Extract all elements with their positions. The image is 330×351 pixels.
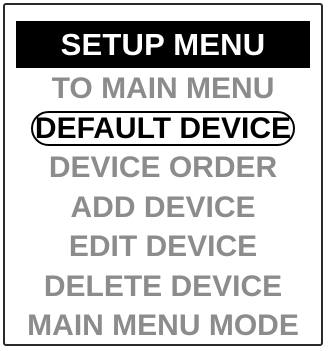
menu-item-label: DEFAULT DEVICE: [34, 111, 292, 145]
setup-menu-screen: SETUP MENU TO MAIN MENU DEFAULT DEVICE D…: [3, 3, 323, 346]
menu-item-label: EDIT DEVICE: [68, 230, 258, 263]
menu-item-label: DEVICE ORDER: [48, 151, 278, 184]
setup-menu-list: TO MAIN MENU DEFAULT DEVICE DEVICE ORDER…: [5, 69, 321, 344]
menu-item-main-menu-mode[interactable]: MAIN MENU MODE: [5, 306, 321, 344]
menu-item-label: MAIN MENU MODE: [27, 309, 299, 342]
menu-item-add-device[interactable]: ADD DEVICE: [5, 188, 321, 228]
menu-item-device-order[interactable]: DEVICE ORDER: [5, 148, 321, 188]
menu-item-delete-device[interactable]: DELETE DEVICE: [5, 267, 321, 307]
selection-highlight: DEFAULT DEVICE: [30, 110, 296, 146]
menu-item-label: ADD DEVICE: [70, 190, 256, 224]
menu-item-to-main-menu[interactable]: TO MAIN MENU: [5, 69, 321, 109]
menu-item-label: TO MAIN MENU: [51, 72, 275, 105]
menu-item-default-device[interactable]: DEFAULT DEVICE: [5, 109, 321, 149]
menu-title: SETUP MENU: [16, 21, 310, 68]
menu-item-edit-device[interactable]: EDIT DEVICE: [5, 227, 321, 267]
menu-item-label: DELETE DEVICE: [43, 269, 283, 303]
